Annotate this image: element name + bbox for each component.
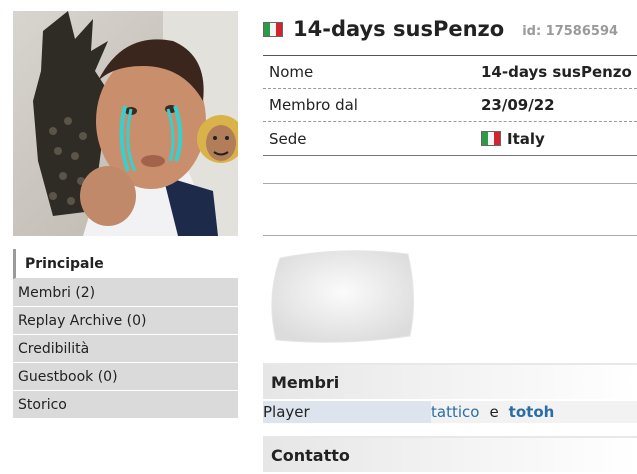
team-id: id: 17586594 [522,23,619,39]
sidebar-item-membri[interactable]: Membri (2) [13,279,238,307]
info-value: 23/09/22 [481,96,555,114]
member-role: Player [263,401,431,423]
sidebar-item-storico[interactable]: Storico [13,391,238,419]
italy-flag-icon [263,21,283,37]
country-name: Italy [507,129,545,148]
page-title: 14-days susPenzo [293,17,505,41]
info-row-membro-dal: Membro dal 23/09/22 [263,89,637,122]
contact-heading: Contatto [263,436,637,472]
divider [263,183,637,184]
sidebar-item-principale[interactable]: Principale [13,249,238,279]
info-label: Membro dal [269,96,358,114]
profile-header: 14-days susPenzo id: 17586594 [263,14,637,44]
sidebar-item-replay-archive[interactable]: Replay Archive (0) [13,307,238,335]
info-label: Sede [269,129,307,148]
info-value-sede: Italy [481,130,545,148]
info-row-nome: Nome 14-days susPenzo [263,55,637,89]
member-separator: e [489,403,499,421]
members-heading: Membri [263,363,637,399]
info-label: Nome [269,63,314,81]
info-table: Nome 14-days susPenzo Membro dal 23/09/2… [263,55,637,156]
sidebar-item-credibilita[interactable]: Credibilità [13,335,238,363]
team-avatar [13,11,238,236]
divider [263,235,637,236]
italy-flag-icon [481,131,501,146]
team-logo [268,248,418,350]
sidebar-nav: Principale Membri (2) Replay Archive (0)… [13,249,238,419]
info-value: 14-days susPenzo [481,63,632,81]
sidebar-item-guestbook[interactable]: Guestbook (0) [13,363,238,391]
info-row-sede: Sede Italy [263,122,637,156]
member-link-totoh[interactable]: totoh [509,403,555,421]
member-row: Player tattico e totoh [263,401,637,423]
member-link-tattico[interactable]: tattico [431,403,479,421]
